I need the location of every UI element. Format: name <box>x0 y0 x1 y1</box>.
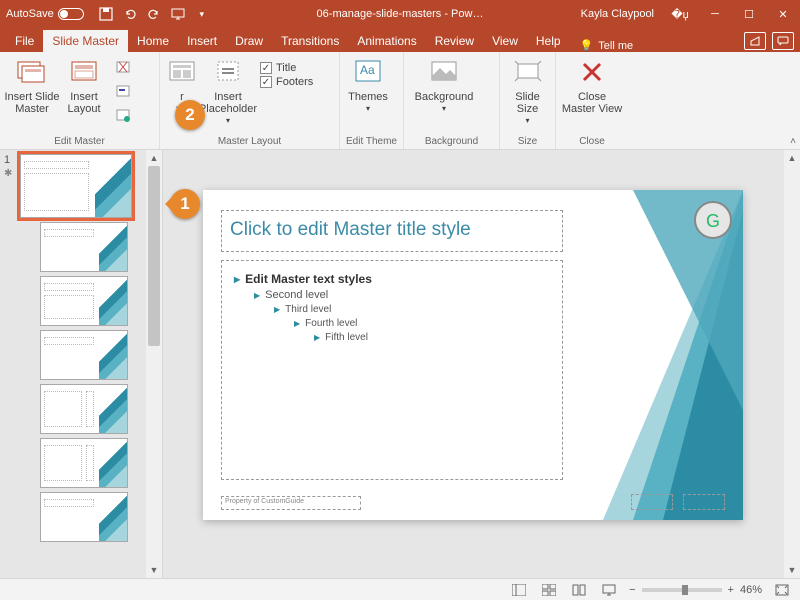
footers-checkbox[interactable]: ✓Footers <box>260 76 313 88</box>
title-bar: AutoSave ▾ 06-manage-slide-masters - Pow… <box>0 0 800 28</box>
thumbnail-scrollbar[interactable]: ▲ ▼ <box>146 150 162 578</box>
maximize-button[interactable]: ☐ <box>732 0 766 28</box>
svg-text:G: G <box>706 211 720 231</box>
preserve-button[interactable] <box>112 104 134 126</box>
slide-size-button[interactable]: Slide Size▾ <box>504 54 551 127</box>
slide-canvas[interactable]: G Click to edit Master title style Edit … <box>203 190 743 520</box>
slideshow-view-icon[interactable] <box>599 582 619 598</box>
insert-slide-master-button[interactable]: Insert Slide Master <box>4 54 60 115</box>
user-name[interactable]: Kayla Claypool <box>581 8 654 20</box>
slide-number-placeholder[interactable] <box>683 494 725 510</box>
normal-view-icon[interactable] <box>509 582 529 598</box>
master-layout-icon <box>166 56 198 88</box>
slide-background-art: G <box>593 190 743 520</box>
status-bar: − + 46% <box>0 578 800 600</box>
thumbnail-layout[interactable] <box>40 330 128 380</box>
background-icon <box>428 56 460 88</box>
slide-size-icon <box>512 56 544 88</box>
thumbnail-layout[interactable] <box>40 438 128 488</box>
thumbnail-layout[interactable] <box>40 384 128 434</box>
close-icon <box>576 56 608 88</box>
insert-placeholder-button[interactable]: Insert Placeholder▾ <box>200 54 256 127</box>
sorter-view-icon[interactable] <box>539 582 559 598</box>
redo-icon[interactable] <box>146 6 162 22</box>
background-button[interactable]: Background▾ <box>408 54 480 115</box>
fit-to-window-icon[interactable] <box>772 582 792 598</box>
zoom-slider[interactable] <box>642 588 722 592</box>
tab-review[interactable]: Review <box>426 30 483 52</box>
group-label-master-layout: Master Layout <box>164 134 335 149</box>
body-placeholder[interactable]: Edit Master text styles Second level Thi… <box>221 260 563 480</box>
callout-2: 2 <box>175 100 205 130</box>
group-label-close: Close <box>560 134 624 149</box>
insert-layout-button[interactable]: Insert Layout <box>60 54 108 115</box>
ribbon-tabs: File Slide Master Home Insert Draw Trans… <box>0 28 800 52</box>
group-label-background: Background <box>408 134 495 149</box>
scroll-down-icon[interactable]: ▼ <box>146 562 162 578</box>
thumbnail-layout[interactable] <box>40 492 128 542</box>
qat-dropdown-icon[interactable]: ▾ <box>194 6 210 22</box>
close-master-view-button[interactable]: Close Master View <box>560 54 624 115</box>
zoom-out-button[interactable]: − <box>629 584 635 596</box>
slide-editor: G Click to edit Master title style Edit … <box>163 150 800 578</box>
undo-icon[interactable] <box>122 6 138 22</box>
thumbnail-pane: 1 ✱ ▲ ▼ <box>0 150 163 578</box>
close-window-button[interactable]: ✕ <box>766 0 800 28</box>
ribbon-display-icon[interactable]: �џ <box>666 8 694 21</box>
footer-placeholder[interactable]: Property of CustomGuide <box>221 496 361 510</box>
scroll-up-icon[interactable]: ▲ <box>146 150 162 166</box>
tab-file[interactable]: File <box>6 30 43 52</box>
tab-view[interactable]: View <box>483 30 527 52</box>
comments-button[interactable] <box>772 32 794 50</box>
title-placeholder[interactable]: Click to edit Master title style <box>221 210 563 252</box>
themes-button[interactable]: Aa Themes▾ <box>344 54 392 115</box>
group-label-edit-master: Edit Master <box>4 134 155 149</box>
tab-animations[interactable]: Animations <box>348 30 425 52</box>
slide-number: 1 <box>4 154 10 166</box>
svg-text:Aa: Aa <box>360 63 375 77</box>
autosave-toggle[interactable]: AutoSave <box>6 8 84 20</box>
zoom-in-button[interactable]: + <box>728 584 734 596</box>
rename-button[interactable] <box>112 80 134 102</box>
tab-insert[interactable]: Insert <box>178 30 226 52</box>
collapse-ribbon-icon[interactable]: ˄ <box>790 136 796 147</box>
share-button[interactable] <box>744 32 766 50</box>
thumbnail-master[interactable] <box>20 154 132 218</box>
editor-scrollbar[interactable]: ▲ ▼ <box>784 150 800 578</box>
tab-home[interactable]: Home <box>128 30 178 52</box>
slide-master-icon <box>16 56 48 88</box>
group-label-edit-theme: Edit Theme <box>344 134 399 149</box>
scroll-up-icon[interactable]: ▲ <box>784 150 800 166</box>
thumbnail-layout[interactable] <box>40 276 128 326</box>
group-label-size: Size <box>504 134 551 149</box>
callout-1: 1 <box>170 189 200 219</box>
zoom-level[interactable]: 46% <box>740 584 762 596</box>
delete-button[interactable] <box>112 56 134 78</box>
minimize-button[interactable]: ─ <box>698 0 732 28</box>
tab-transitions[interactable]: Transitions <box>272 30 348 52</box>
document-title: 06-manage-slide-masters - Pow… <box>317 8 484 20</box>
date-placeholder[interactable] <box>631 494 673 510</box>
tab-draw[interactable]: Draw <box>226 30 272 52</box>
toggle-off-icon <box>58 8 84 20</box>
tab-slide-master[interactable]: Slide Master <box>43 30 128 52</box>
scroll-down-icon[interactable]: ▼ <box>784 562 800 578</box>
ribbon: Insert Slide Master Insert Layout Edit M… <box>0 52 800 150</box>
lightbulb-icon: 💡 <box>580 39 594 52</box>
reading-view-icon[interactable] <box>569 582 589 598</box>
preserve-star-icon: ✱ <box>4 168 12 179</box>
title-checkbox[interactable]: ✓Title <box>260 62 313 74</box>
start-slideshow-icon[interactable] <box>170 6 186 22</box>
thumbnail-layout[interactable] <box>40 222 128 272</box>
placeholder-icon <box>212 56 244 88</box>
layout-icon <box>68 56 100 88</box>
save-icon[interactable] <box>98 6 114 22</box>
tell-me-search[interactable]: 💡 Tell me <box>580 39 634 52</box>
themes-icon: Aa <box>352 56 384 88</box>
tab-help[interactable]: Help <box>527 30 570 52</box>
